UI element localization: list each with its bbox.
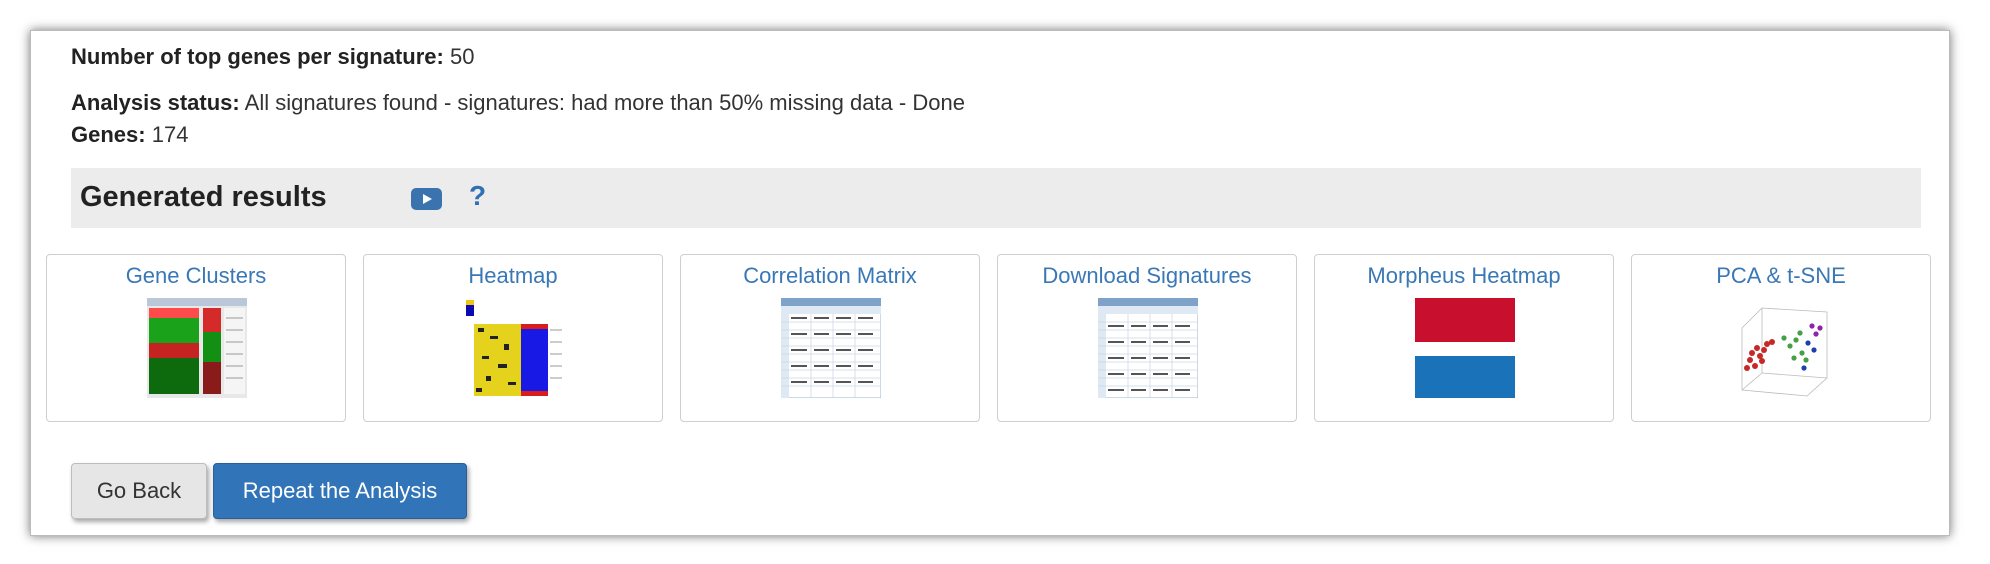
card-pca-tsne-label[interactable]: PCA & t-SNE	[1632, 263, 1930, 289]
go-back-button[interactable]: Go Back	[71, 463, 207, 519]
analysis-status-value: All signatures found - signatures: had m…	[244, 90, 965, 115]
results-panel: Number of top genes per signature: 50 An…	[30, 30, 1950, 536]
card-morpheus-heatmap-label[interactable]: Morpheus Heatmap	[1315, 263, 1613, 289]
card-pca-tsne[interactable]: PCA & t-SNE	[1631, 254, 1931, 422]
top-genes-label: Number of top genes per signature:	[71, 44, 444, 69]
card-correlation-matrix-label[interactable]: Correlation Matrix	[681, 263, 979, 289]
correlation-matrix-thumbnail[interactable]	[781, 298, 881, 398]
analysis-status-label: Analysis status:	[71, 90, 240, 115]
analysis-status-line: Analysis status: All signatures found - …	[71, 89, 965, 117]
pca-tsne-thumbnail[interactable]	[1732, 298, 1832, 398]
genes-value: 174	[151, 122, 189, 147]
help-icon[interactable]: ?	[469, 180, 486, 212]
card-download-signatures-label[interactable]: Download Signatures	[998, 263, 1296, 289]
card-correlation-matrix[interactable]: Correlation Matrix	[680, 254, 980, 422]
card-heatmap-label[interactable]: Heatmap	[364, 263, 662, 289]
generated-results-header: Generated results ?	[71, 168, 1921, 228]
genes-line: Genes: 174	[71, 121, 188, 149]
card-gene-clusters-label[interactable]: Gene Clusters	[47, 263, 345, 289]
card-gene-clusters[interactable]: Gene Clusters	[46, 254, 346, 422]
top-genes-value: 50	[449, 44, 475, 69]
card-morpheus-heatmap[interactable]: Morpheus Heatmap	[1314, 254, 1614, 422]
genes-label: Genes:	[71, 122, 146, 147]
youtube-icon[interactable]	[411, 188, 442, 210]
card-download-signatures[interactable]: Download Signatures	[997, 254, 1297, 422]
repeat-analysis-button[interactable]: Repeat the Analysis	[213, 463, 467, 519]
download-signatures-thumbnail[interactable]	[1098, 298, 1198, 398]
heatmap-thumbnail[interactable]	[464, 298, 564, 398]
morpheus-heatmap-thumbnail[interactable]	[1415, 298, 1515, 398]
top-genes-line: Number of top genes per signature: 50	[71, 43, 474, 71]
card-heatmap[interactable]: Heatmap	[363, 254, 663, 422]
generated-results-title: Generated results	[80, 181, 327, 213]
gene-clusters-thumbnail[interactable]	[147, 298, 247, 398]
